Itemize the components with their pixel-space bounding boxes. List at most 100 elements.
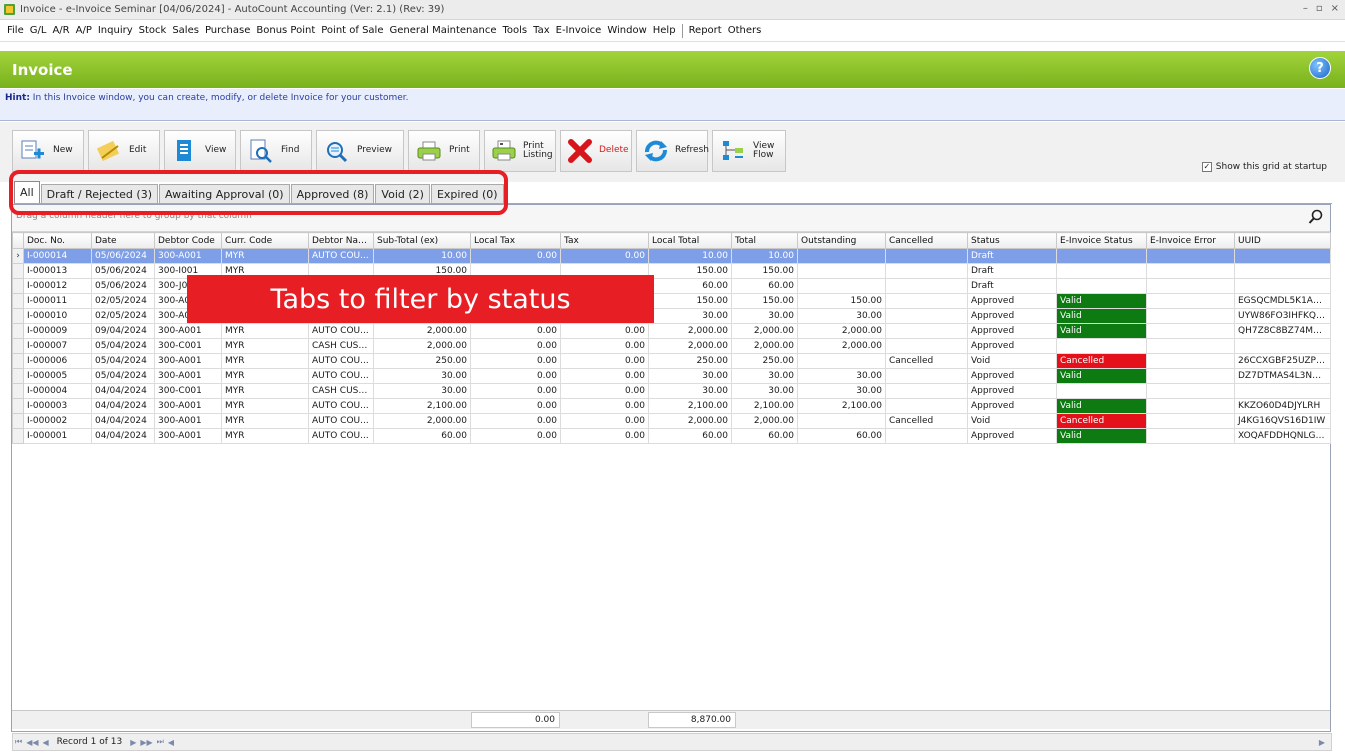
cell-uuid: 26CCXGBF25UZP2U [1234, 353, 1331, 369]
menu-file[interactable]: File [4, 25, 27, 36]
cell-date: 05/04/2024 [91, 338, 155, 354]
tab-draft-rejected[interactable]: Draft / Rejected (3) [40, 184, 158, 203]
menu-sales[interactable]: Sales [169, 25, 202, 36]
row-indicator[interactable] [12, 338, 24, 354]
tab-expired[interactable]: Expired (0) [430, 184, 504, 203]
menu-ap[interactable]: A/P [73, 25, 95, 36]
delete-label: Delete [599, 145, 629, 156]
row-indicator[interactable] [12, 413, 24, 429]
row-indicator[interactable] [12, 323, 24, 339]
search-icon[interactable] [1308, 209, 1324, 225]
preview-button[interactable]: Preview [316, 130, 404, 172]
row-indicator[interactable] [12, 398, 24, 414]
row-indicator[interactable] [12, 428, 24, 444]
row-indicator[interactable] [12, 263, 24, 279]
menu-others[interactable]: Others [725, 25, 765, 36]
col-outstanding[interactable]: Outstanding [797, 232, 886, 249]
row-indicator[interactable] [12, 383, 24, 399]
cell-cancelled [885, 263, 968, 279]
menu-report[interactable]: Report [686, 25, 725, 36]
next-page-icon[interactable]: ▶▶ [138, 738, 154, 747]
menu-ar[interactable]: A/R [49, 25, 72, 36]
row-indicator[interactable] [12, 308, 24, 324]
col-curr-code[interactable]: Curr. Code [221, 232, 309, 249]
menu-inquiry[interactable]: Inquiry [95, 25, 136, 36]
group-by-panel[interactable]: Drag a column header here to group by th… [12, 205, 1330, 232]
col-local-total[interactable]: Local Total [648, 232, 732, 249]
menu-window[interactable]: Window [604, 25, 649, 36]
table-row[interactable]: I-000005 05/04/2024 300-A001 MYR AUTO COU...… [12, 368, 1331, 384]
col-tax[interactable]: Tax [560, 232, 649, 249]
tab-awaiting-approval[interactable]: Awaiting Approval (0) [159, 184, 290, 203]
first-record-icon[interactable]: ⏮ [13, 737, 24, 747]
show-grid-checkbox[interactable]: ✓ [1201, 162, 1212, 172]
col-local-tax[interactable]: Local Tax [470, 232, 561, 249]
print-listing-button[interactable]: Print Listing [484, 130, 556, 172]
cell-cancelled [885, 368, 968, 384]
col-cancelled[interactable]: Cancelled [885, 232, 968, 249]
menu-help[interactable]: Help [650, 25, 679, 36]
tab-approved[interactable]: Approved (8) [290, 184, 375, 203]
menu-bonus-point[interactable]: Bonus Point [253, 25, 318, 36]
delete-button[interactable]: Delete [560, 130, 632, 172]
cell-doc-no: I-000010 [23, 308, 92, 324]
scroll-left-icon[interactable]: ◀ [166, 738, 176, 747]
menu-general-maintenance[interactable]: General Maintenance [386, 25, 499, 36]
table-row[interactable]: › I-000014 05/06/2024 300-A001 MYR AUTO COU..… [12, 248, 1331, 264]
row-indicator[interactable] [12, 368, 24, 384]
table-row[interactable]: I-000007 05/04/2024 300-C001 MYR CASH CUST..… [12, 338, 1331, 354]
table-row[interactable]: I-000002 04/04/2024 300-A001 MYR AUTO COU...… [12, 413, 1331, 429]
current-row-indicator[interactable]: › [12, 248, 24, 264]
col-debtor-name[interactable]: Debtor Name [308, 232, 374, 249]
maximize-button[interactable]: ▫ [1316, 3, 1323, 14]
view-button[interactable]: View [164, 130, 236, 172]
scroll-right-icon[interactable]: ▶ [1317, 738, 1327, 747]
last-record-icon[interactable]: ⏭ [155, 737, 166, 747]
cell-local-tax: 0.00 [470, 428, 561, 444]
view-flow-button[interactable]: View Flow [712, 130, 786, 172]
table-row[interactable]: I-000006 05/04/2024 300-A001 MYR AUTO COU...… [12, 353, 1331, 369]
prev-page-icon[interactable]: ◀◀ [24, 738, 40, 747]
minimize-button[interactable]: – [1303, 3, 1308, 14]
menu-purchase[interactable]: Purchase [202, 25, 253, 36]
cell-e-invoice-error [1146, 263, 1235, 279]
col-total[interactable]: Total [731, 232, 798, 249]
cell-tax: 0.00 [560, 428, 649, 444]
row-indicator[interactable] [12, 353, 24, 369]
cell-debtor-name: AUTO COU... [308, 353, 374, 369]
tab-void[interactable]: Void (2) [375, 184, 430, 203]
col-e-invoice-error[interactable]: E-Invoice Error [1146, 232, 1235, 249]
prev-record-icon[interactable]: ◀ [41, 738, 51, 747]
menu-gl[interactable]: G/L [27, 25, 50, 36]
help-icon[interactable]: ? [1309, 57, 1331, 79]
col-debtor-code[interactable]: Debtor Code [154, 232, 222, 249]
menu-e-invoice[interactable]: E-Invoice [553, 25, 605, 36]
table-row[interactable]: I-000003 04/04/2024 300-A001 MYR AUTO COU...… [12, 398, 1331, 414]
table-row[interactable]: I-000009 09/04/2024 300-A001 MYR AUTO COU...… [12, 323, 1331, 339]
cell-uuid [1234, 278, 1331, 294]
col-doc-no[interactable]: Doc. No. [23, 232, 92, 249]
cell-cancelled: Cancelled [885, 413, 968, 429]
find-button[interactable]: Find [240, 130, 312, 172]
tab-all[interactable]: All [14, 181, 40, 203]
col-uuid[interactable]: UUID [1234, 232, 1331, 249]
print-button[interactable]: Print [408, 130, 480, 172]
new-button[interactable]: New [12, 130, 84, 172]
row-indicator[interactable] [12, 278, 24, 294]
table-row[interactable]: I-000001 04/04/2024 300-A001 MYR AUTO COU...… [12, 428, 1331, 444]
menu-stock[interactable]: Stock [136, 25, 170, 36]
next-record-icon[interactable]: ▶ [128, 738, 138, 747]
edit-button[interactable]: Edit [88, 130, 160, 172]
menu-point-of-sale[interactable]: Point of Sale [318, 25, 386, 36]
refresh-button[interactable]: Refresh [636, 130, 709, 172]
cell-date: 05/06/2024 [91, 248, 155, 264]
col-e-invoice-status[interactable]: E-Invoice Status [1056, 232, 1147, 249]
close-button[interactable]: × [1331, 3, 1339, 14]
menu-tax[interactable]: Tax [530, 25, 553, 36]
col-sub-total[interactable]: Sub-Total (ex) [373, 232, 471, 249]
col-status[interactable]: Status [967, 232, 1057, 249]
row-indicator[interactable] [12, 293, 24, 309]
col-date[interactable]: Date [91, 232, 155, 249]
table-row[interactable]: I-000004 04/04/2024 300-C001 MYR CASH CUST..… [12, 383, 1331, 399]
menu-tools[interactable]: Tools [499, 25, 530, 36]
